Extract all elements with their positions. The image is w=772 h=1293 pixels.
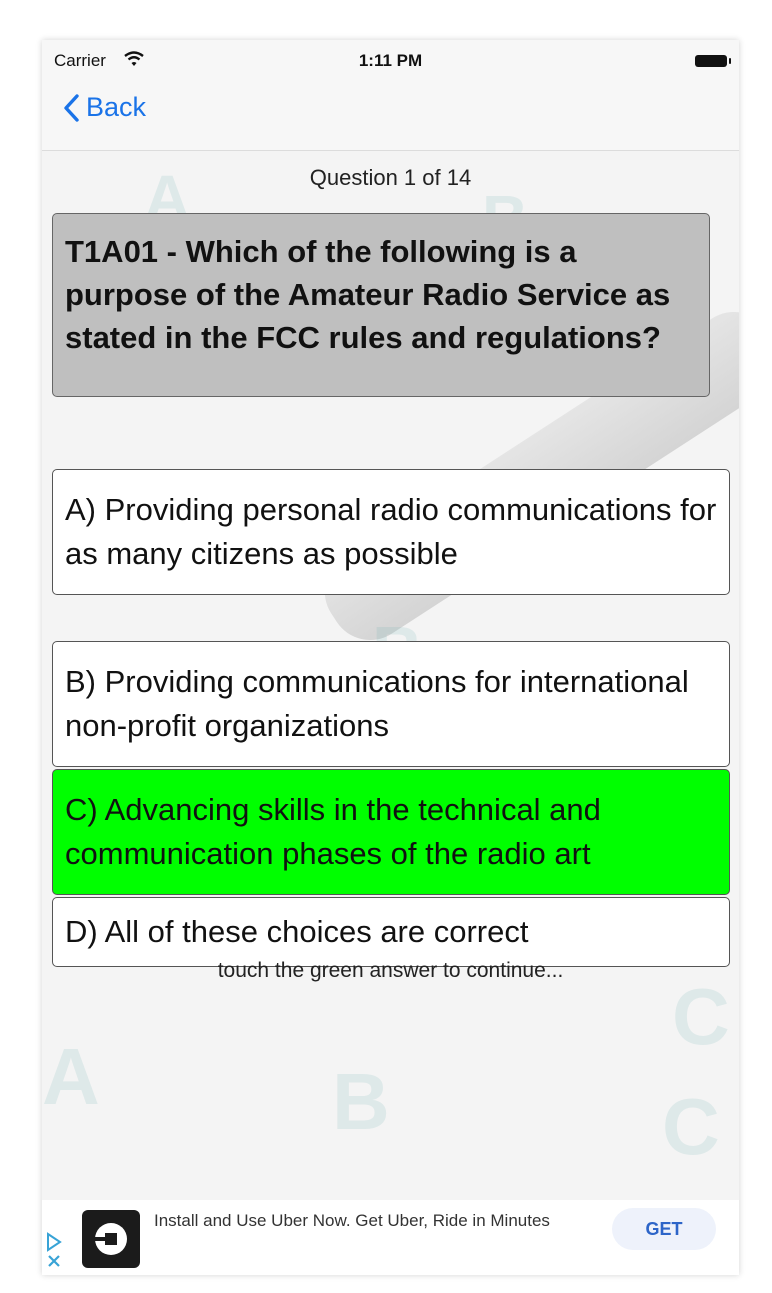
- ad-text[interactable]: Install and Use Uber Now. Get Uber, Ride…: [154, 1208, 574, 1234]
- phone-screen: Carrier 1:11 PM Back A B A B C A B C Que…: [42, 40, 739, 1275]
- back-label: Back: [86, 92, 147, 122]
- background-letter: C: [672, 972, 730, 1061]
- answer-b-button[interactable]: B) Providing communications for internat…: [52, 641, 730, 767]
- status-bar: Carrier 1:11 PM: [42, 40, 739, 82]
- quiz-content: A B A B C A B C Question 1 of 14 T1A01 -…: [42, 151, 739, 1200]
- battery-icon: [695, 55, 731, 67]
- continue-hint: touch the green answer to continue...: [217, 959, 564, 982]
- answer-c-text: C) Advancing skills in the technical and…: [65, 792, 601, 871]
- clock: 1:11 PM: [358, 51, 423, 70]
- question-text: T1A01 - Which of the following is a purp…: [52, 213, 710, 397]
- chevron-left-icon: [64, 93, 79, 122]
- ad-get-button[interactable]: GET: [612, 1208, 716, 1250]
- uber-logo[interactable]: [82, 1210, 140, 1268]
- background-letter: A: [42, 1032, 100, 1121]
- back-button[interactable]: Back: [62, 92, 146, 123]
- background-letter: C: [662, 1082, 720, 1171]
- answer-d-text: D) All of these choices are correct: [65, 914, 529, 949]
- adchoices-icon[interactable]: [46, 1232, 62, 1270]
- navigation-bar: [42, 82, 739, 151]
- background-letter: B: [332, 1057, 390, 1146]
- answer-b-text: B) Providing communications for internat…: [65, 664, 689, 743]
- question-counter: Question 1 of 14: [309, 165, 472, 190]
- answer-a-button[interactable]: A) Providing personal radio communicatio…: [52, 469, 730, 595]
- answer-d-button[interactable]: D) All of these choices are correct: [52, 897, 730, 967]
- answer-c-button[interactable]: C) Advancing skills in the technical and…: [52, 769, 730, 895]
- answer-a-text: A) Providing personal radio communicatio…: [65, 492, 717, 571]
